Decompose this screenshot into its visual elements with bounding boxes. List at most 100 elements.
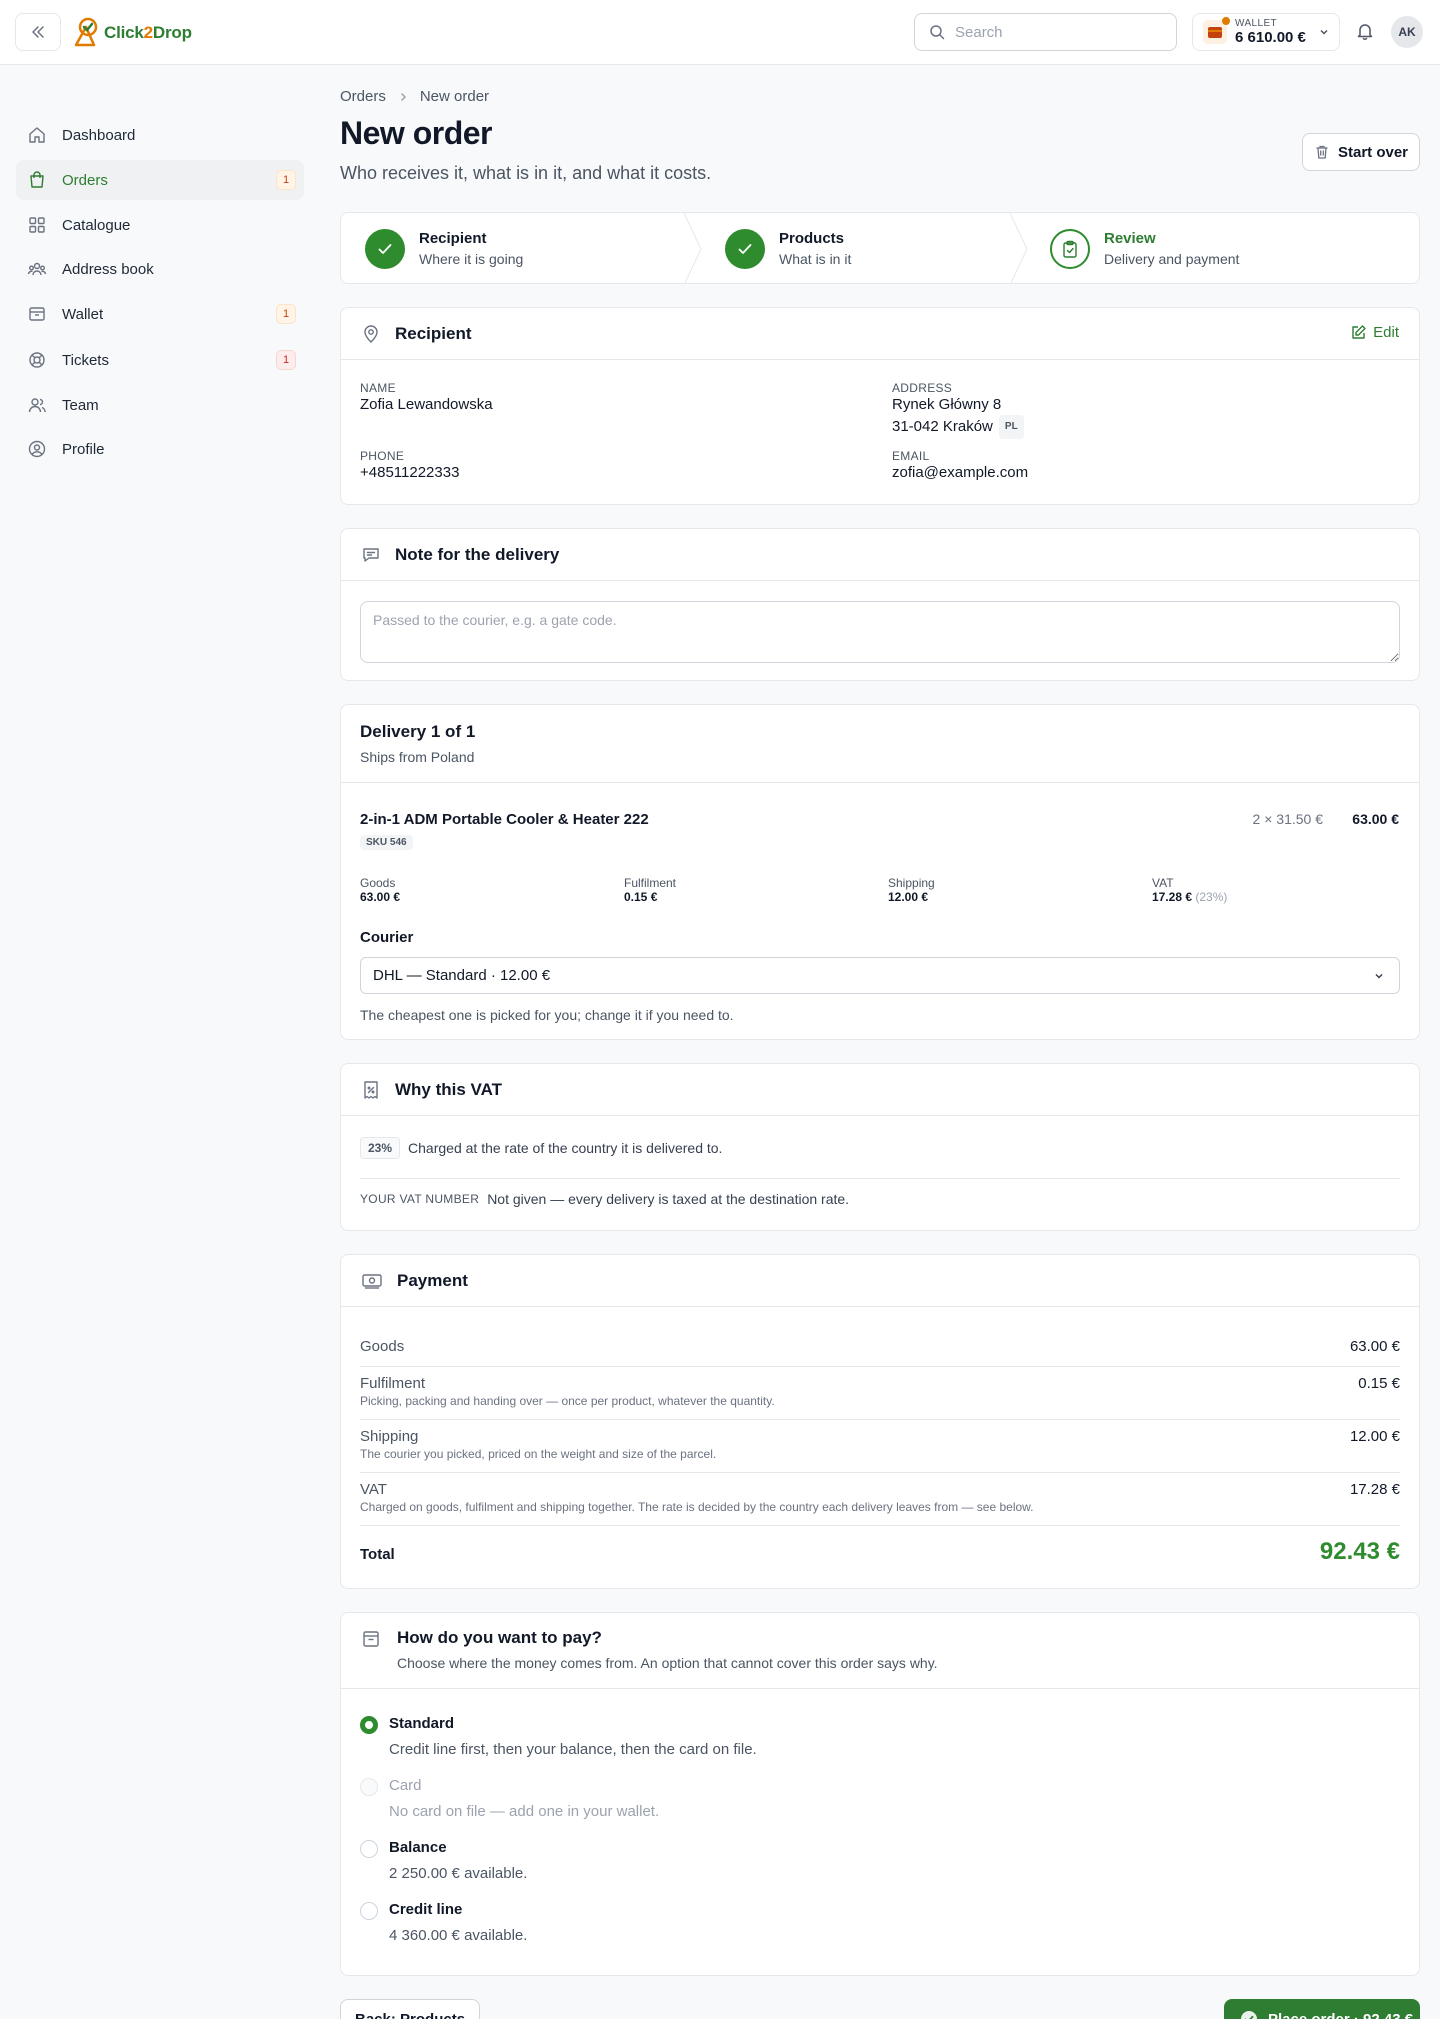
vat-rate-badge: 23% [360, 1137, 401, 1159]
step-done-indicator [725, 229, 765, 269]
logo-text: Click2Drop [104, 23, 192, 42]
vat-number-label: YOUR VAT NUMBER [360, 1192, 480, 1206]
divider [360, 1178, 1400, 1179]
shopping-bag-icon [26, 169, 48, 191]
vat-number-text: Not given — every delivery is taxed at t… [487, 1191, 850, 1207]
option-standard-name[interactable]: Standard [389, 1715, 454, 1732]
address-line-2: 31-042 Kraków [892, 417, 993, 435]
grid-icon [26, 214, 48, 236]
chevron-right-icon [400, 92, 406, 101]
radio-standard[interactable] [360, 1716, 378, 1734]
place-order-button[interactable]: Place order · 92.43 € [1224, 1999, 1420, 2019]
field-label: NAME [360, 381, 396, 395]
product-sku: SKU 546 [360, 834, 413, 850]
wallet-alert-dot [1222, 17, 1230, 25]
product-name: 2-in-1 ADM Portable Cooler & Heater 222 [360, 811, 649, 828]
recipient-card: Recipient Edit NAME Zofia Lewandowska AD… [340, 307, 1420, 505]
sidebar-item-orders[interactable]: Orders 1 [16, 160, 304, 200]
sidebar-item-label: Orders [62, 171, 108, 189]
orders-count-badge: 1 [276, 170, 296, 190]
product-line-total: 63.00 € [1352, 811, 1399, 827]
chevron-down-icon [1375, 973, 1383, 979]
option-card-desc: No card on file — add one in your wallet… [389, 1803, 660, 1820]
check-icon [378, 244, 392, 254]
cost-label: Fulfilment [624, 876, 677, 890]
note-title: Note for the delivery [395, 544, 560, 564]
total-amount: 92.43 € [1319, 1538, 1400, 1565]
option-balance-name[interactable]: Balance [389, 1839, 447, 1856]
sidebar-item-tickets[interactable]: Tickets 1 [16, 340, 304, 380]
user-circle-icon [26, 438, 48, 460]
delivery-note-input[interactable] [360, 601, 1400, 663]
chevron-down-icon [1320, 29, 1328, 35]
top-bar: Click2Drop Search WALLET 6 610.00 € AK [0, 0, 1440, 65]
breadcrumb-orders-link[interactable]: Orders [340, 88, 386, 105]
clipboard-check-icon [1063, 240, 1077, 258]
payment-row-goods: Goods 63.00 € [360, 1338, 1400, 1355]
divider [360, 1525, 1400, 1526]
breadcrumb: Orders New order [340, 88, 489, 105]
trash-icon [1316, 145, 1328, 159]
step-products[interactable]: Products What is in it [725, 213, 851, 283]
sidebar-item-profile[interactable]: Profile [16, 429, 304, 469]
payment-row-label: VAT [360, 1481, 387, 1498]
product-sku-wrap: SKU 546 [360, 833, 413, 850]
search-input[interactable]: Search [914, 13, 1177, 51]
search-icon [930, 25, 945, 40]
radio-balance[interactable] [360, 1840, 378, 1858]
courier-select[interactable]: DHL — Standard · 12.00 € [360, 957, 1400, 994]
payment-row-desc: The courier you picked, priced on the we… [360, 1447, 717, 1461]
lifebuoy-icon [26, 349, 48, 371]
avatar[interactable]: AK [1391, 16, 1423, 48]
cost-goods: Goods 63.00 € [360, 876, 400, 904]
edit-recipient-button[interactable]: Edit [1350, 324, 1399, 341]
page-subtitle: Who receives it, what is in it, and what… [340, 163, 712, 183]
start-over-button[interactable]: Start over [1302, 133, 1420, 171]
banknote-icon [362, 1273, 382, 1289]
sidebar-item-catalogue[interactable]: Catalogue [16, 205, 304, 245]
collapse-sidebar-button[interactable] [15, 13, 61, 51]
step-desc: Delivery and payment [1104, 251, 1240, 267]
step-recipient[interactable]: Recipient Where it is going [365, 213, 523, 283]
logo[interactable]: Click2Drop [72, 13, 192, 53]
courier-label: Courier [360, 929, 414, 946]
sidebar-item-address-book[interactable]: Address book [16, 249, 304, 289]
step-review[interactable]: Review Delivery and payment [1050, 213, 1240, 283]
field-label: PHONE [360, 449, 405, 463]
cost-value: 0.15 € [624, 890, 658, 904]
logo-mark-icon [74, 17, 98, 47]
sidebar-item-dashboard[interactable]: Dashboard [16, 115, 304, 155]
users-group-icon [26, 258, 48, 280]
payment-row-shipping: Shipping The courier you picked, priced … [360, 1428, 1400, 1461]
breadcrumb-current: New order [419, 88, 490, 105]
option-standard-desc: Credit line first, then your balance, th… [389, 1741, 757, 1758]
payment-method-header: How do you want to pay? Choose where the… [341, 1613, 1419, 1689]
sidebar-item-wallet[interactable]: Wallet 1 [16, 294, 304, 334]
option-credit-line-name[interactable]: Credit line [389, 1901, 462, 1918]
sidebar-item-label: Profile [62, 440, 105, 458]
map-pin-icon [364, 324, 378, 343]
back-products-button[interactable]: Back: Products [340, 1999, 481, 2019]
recipient-title: Recipient [395, 323, 472, 343]
bell-icon [1357, 24, 1373, 41]
payment-row-label: Goods [360, 1338, 405, 1355]
radio-credit-line[interactable] [360, 1902, 378, 1920]
address-line-1: Rynek Główny 8 [892, 396, 1002, 413]
option-card-name[interactable]: Card [389, 1777, 422, 1794]
notifications-button[interactable] [1352, 18, 1378, 44]
message-icon [363, 547, 379, 562]
product-qty-price: 2 × 31.50 € [1252, 811, 1323, 827]
sidebar-item-team[interactable]: Team [16, 385, 304, 425]
place-order-label: Place order · 92.43 € [1268, 2010, 1414, 2019]
home-icon [26, 124, 48, 146]
inbox-icon [363, 1631, 379, 1647]
cost-value: 12.00 € [888, 890, 929, 904]
wallet-dropdown[interactable]: WALLET 6 610.00 € [1192, 13, 1340, 51]
sidebar-item-label: Team [62, 396, 99, 414]
radio-card[interactable] [360, 1778, 378, 1796]
payment-row-desc: Charged on goods, fulfilment and shippin… [360, 1500, 1034, 1514]
wallet-icon [1203, 17, 1230, 44]
vat-rate-text: Charged at the rate of the country it is… [408, 1140, 723, 1156]
check-circle-icon [1241, 2011, 1257, 2019]
cost-shipping: Shipping 12.00 € [888, 876, 935, 904]
